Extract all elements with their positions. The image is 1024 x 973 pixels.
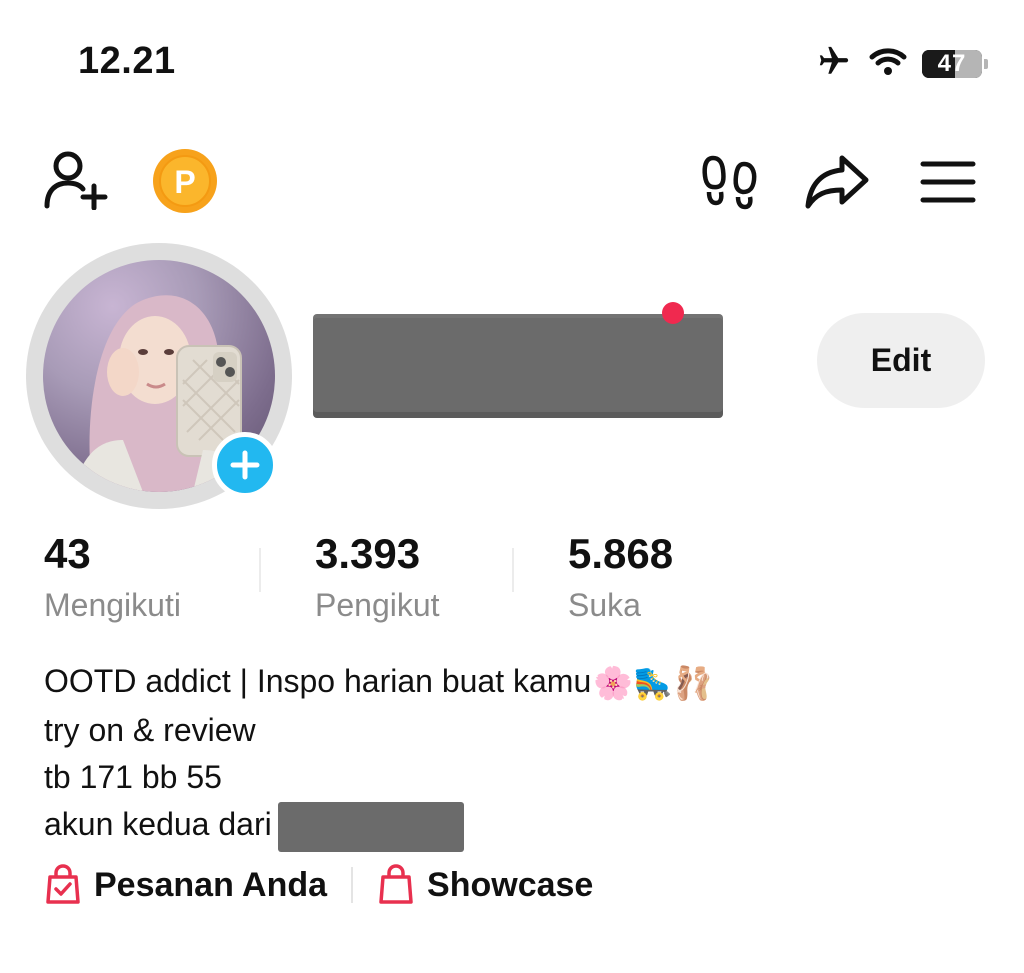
battery-level: 47 <box>937 49 967 77</box>
share-icon <box>805 155 869 209</box>
bio-line: OOTD addict | Inspo harian buat kamu🌸🛼🩰 <box>44 658 713 707</box>
add-friend-button[interactable] <box>40 148 112 212</box>
status-icons: 47 <box>814 44 988 83</box>
stat-divider <box>259 548 261 592</box>
shopping-bag-icon <box>379 864 413 904</box>
redacted-username <box>313 314 723 418</box>
bio-emoji: 🌸🛼🩰 <box>593 665 713 702</box>
showcase-label: Showcase <box>427 865 594 904</box>
footprint-button[interactable] <box>698 150 762 214</box>
wifi-icon <box>868 45 908 82</box>
stat-likes[interactable]: 5.868 Suka <box>568 530 673 626</box>
plus-icon <box>230 450 260 480</box>
bio-line: akun kedua dari <box>44 801 713 852</box>
airplane-icon <box>814 44 854 83</box>
link-divider <box>351 867 354 903</box>
notification-dot <box>662 302 684 324</box>
menu-button[interactable] <box>916 150 980 214</box>
coin-letter: P <box>174 164 195 200</box>
battery-tip <box>984 58 988 69</box>
shopping-bag-check-icon <box>46 864 80 904</box>
stat-label: Mengikuti <box>44 587 181 623</box>
stat-value: 3.393 <box>315 530 421 577</box>
stat-value: 5.868 <box>568 530 674 577</box>
bio-line: try on & review <box>44 712 256 749</box>
coin-p-icon: P <box>153 149 217 213</box>
stat-divider <box>512 548 514 592</box>
stat-followers[interactable]: 3.393 Pengikut <box>315 530 440 626</box>
bio-text: OOTD addict | Inspo harian buat kamu <box>44 663 592 699</box>
orders-link[interactable]: Pesanan Anda <box>44 864 327 906</box>
share-button[interactable] <box>800 150 874 214</box>
stat-following[interactable]: 43 Mengikuti <box>44 530 181 626</box>
battery-icon: 47 <box>922 49 982 78</box>
stat-label: Pengikut <box>315 587 440 623</box>
profile-links: Pesanan Anda Showcase <box>44 864 593 906</box>
add-friend-icon <box>44 151 108 210</box>
footprint-icon <box>702 155 757 210</box>
stat-value: 43 <box>44 530 91 577</box>
menu-icon <box>920 161 976 203</box>
showcase-link[interactable]: Showcase <box>377 864 593 906</box>
edit-profile-button[interactable]: Edit <box>817 313 985 408</box>
stat-label: Suka <box>568 587 641 623</box>
coin-button[interactable]: P <box>152 148 218 214</box>
add-story-button[interactable] <box>212 432 278 498</box>
redacted-account <box>277 801 464 852</box>
bio: OOTD addict | Inspo harian buat kamu🌸🛼🩰 … <box>44 658 713 852</box>
bio-text: akun kedua dari <box>44 806 272 843</box>
status-time: 12.21 <box>78 40 176 82</box>
bio-line: tb 171 bb 55 <box>44 759 222 796</box>
orders-label: Pesanan Anda <box>94 865 328 904</box>
